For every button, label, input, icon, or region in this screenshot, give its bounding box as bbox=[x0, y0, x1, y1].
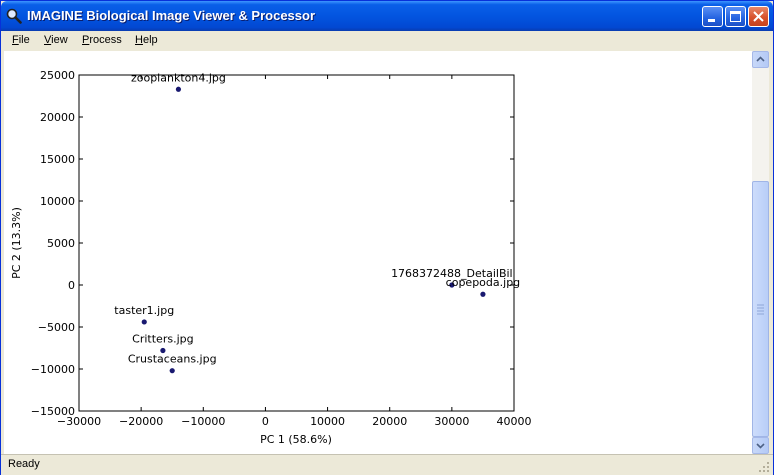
x-tick-label: 40000 bbox=[497, 415, 532, 428]
menu-view[interactable]: View bbox=[44, 34, 68, 46]
y-tick-label: 0 bbox=[68, 279, 75, 292]
scroll-up-button[interactable] bbox=[752, 51, 769, 68]
y-tick-label: 15000 bbox=[40, 153, 75, 166]
minimize-button[interactable] bbox=[702, 6, 723, 27]
data-point bbox=[480, 291, 486, 297]
x-tick-label: 10000 bbox=[310, 415, 345, 428]
minimize-icon bbox=[708, 19, 715, 22]
x-tick-label: 0 bbox=[262, 415, 269, 428]
point-label: zooplankton4.jpg bbox=[131, 71, 226, 84]
point-label: copepoda.jpg bbox=[446, 276, 520, 289]
point-label: taster1.jpg bbox=[114, 304, 174, 317]
magnifier-icon bbox=[6, 8, 22, 24]
x-tick-label: −10000 bbox=[181, 415, 225, 428]
arrow-up-icon bbox=[756, 56, 765, 62]
x-tick-label: 30000 bbox=[434, 415, 469, 428]
y-tick-label: −5000 bbox=[38, 321, 75, 334]
maximize-icon bbox=[730, 11, 741, 22]
data-point bbox=[169, 368, 175, 374]
point-label: Crustaceans.jpg bbox=[128, 353, 217, 366]
y-tick-label: 25000 bbox=[40, 69, 75, 82]
menu-bar: File View Process Help bbox=[1, 31, 773, 51]
x-axis-label: PC 1 (58.6%) bbox=[260, 433, 332, 446]
menu-process[interactable]: Process bbox=[82, 34, 122, 46]
point-label: Critters.jpg bbox=[132, 333, 193, 346]
menu-file-accel: F bbox=[12, 34, 19, 46]
scroll-down-button[interactable] bbox=[752, 437, 769, 454]
menu-file[interactable]: File bbox=[12, 34, 30, 46]
title-bar[interactable]: IMAGINE Biological Image Viewer & Proces… bbox=[1, 1, 773, 31]
y-axis-label: PC 2 (13.3%) bbox=[10, 207, 23, 279]
maximize-button[interactable] bbox=[725, 6, 746, 27]
plot-area: −30000 −20000 −10000 0 10000 20000 30000 40000−… bbox=[4, 51, 752, 454]
y-tick-label: −10000 bbox=[31, 363, 75, 376]
app-window: IMAGINE Biological Image Viewer & Proces… bbox=[0, 0, 774, 475]
data-point bbox=[175, 86, 182, 92]
y-tick-label: 5000 bbox=[47, 237, 75, 250]
x-tick-label: 20000 bbox=[372, 415, 407, 428]
grip-lines-icon bbox=[757, 304, 764, 315]
y-tick-label: −15000 bbox=[31, 405, 75, 418]
axis-ticks: −30000 −20000 −10000 0 10000 20000 30000 40000−… bbox=[31, 69, 532, 428]
pca-scatter-plot: −30000 −20000 −10000 0 10000 20000 30000 40000−… bbox=[10, 69, 532, 446]
x-tick-label: −20000 bbox=[119, 415, 163, 428]
menu-help-accel: H bbox=[135, 34, 143, 46]
y-tick-label: 20000 bbox=[40, 111, 75, 124]
status-bar: Ready bbox=[1, 454, 773, 475]
menu-help-rest: elp bbox=[142, 34, 158, 46]
vertical-scrollbar[interactable] bbox=[752, 51, 769, 454]
status-text: Ready bbox=[8, 458, 40, 470]
data-point bbox=[141, 319, 147, 325]
y-tick-label: 10000 bbox=[40, 195, 75, 208]
menu-view-rest: iew bbox=[51, 34, 68, 46]
menu-file-rest: ile bbox=[18, 34, 30, 46]
menu-process-rest: rocess bbox=[89, 34, 122, 46]
close-icon bbox=[753, 11, 764, 22]
menu-help[interactable]: Help bbox=[135, 34, 158, 46]
close-button[interactable] bbox=[748, 6, 769, 27]
resize-grip-icon[interactable] bbox=[758, 461, 770, 473]
arrow-down-icon bbox=[756, 443, 765, 449]
data-points: zooplankton4.jpg taster1.jpg Critters.jpg C… bbox=[114, 71, 520, 374]
window-title: IMAGINE Biological Image Viewer & Proces… bbox=[27, 8, 316, 23]
scroll-thumb[interactable] bbox=[752, 181, 769, 437]
